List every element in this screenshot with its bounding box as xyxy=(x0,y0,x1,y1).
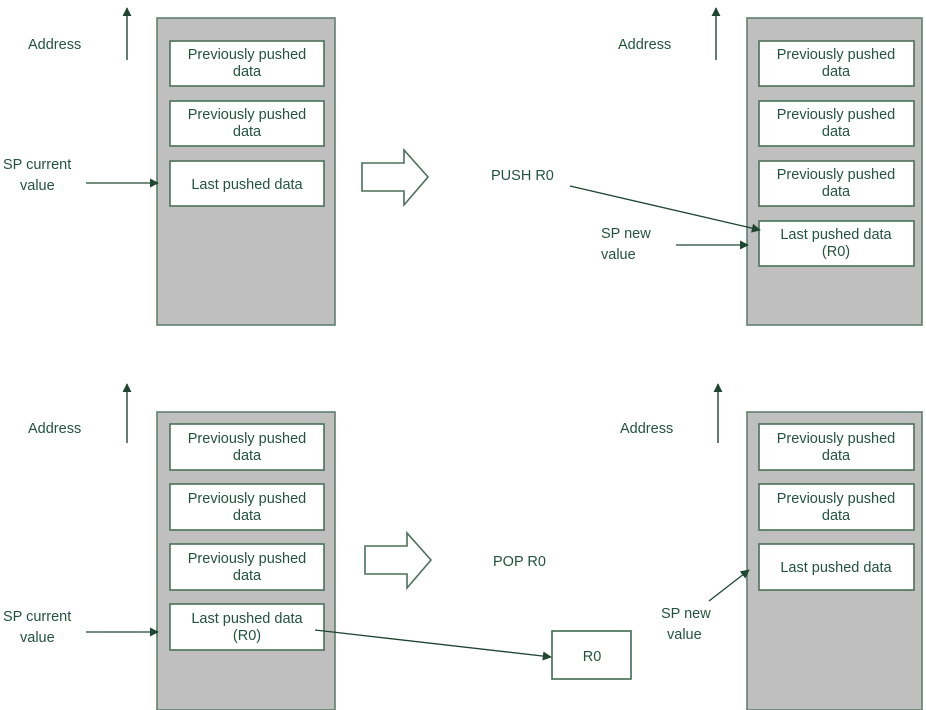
sp-new-value-label-line1: SP new xyxy=(601,226,651,242)
stack-slot-line1: Previously pushed xyxy=(777,47,896,63)
push-operation-arrow xyxy=(569,185,761,233)
panel-push-after: Address Previously pushed data Previousl… xyxy=(491,7,923,326)
stack-slot-line1: Previously pushed xyxy=(777,167,896,183)
push-operation-label: PUSH R0 xyxy=(491,168,554,184)
sp-current-value-label-line2: value xyxy=(20,178,55,194)
stack-slot-line1: Last pushed data xyxy=(191,611,303,627)
stack-slot-line1: Previously pushed xyxy=(188,491,307,507)
stack-slot-line1: Previously pushed xyxy=(188,431,307,447)
sp-new-value-label-line2: value xyxy=(667,627,702,643)
register-box-label: R0 xyxy=(583,649,602,665)
stack-slot-line2: data xyxy=(233,448,262,464)
sp-current-value-label-line1: SP current xyxy=(3,609,71,625)
stack-slot-line2: (R0) xyxy=(822,244,850,260)
stack-slot-line1: Last pushed data xyxy=(780,560,892,576)
stack-slot-line2: data xyxy=(233,568,262,584)
address-axis-label: Address xyxy=(620,421,673,437)
stack-slot-line2: data xyxy=(822,508,851,524)
stack-slot-line2: data xyxy=(822,124,851,140)
stack-slot-line1: Previously pushed xyxy=(188,107,307,123)
address-axis-label: Address xyxy=(28,37,81,53)
stack-slot-line1: Previously pushed xyxy=(777,107,896,123)
stack-slot-line1: Last pushed data xyxy=(780,227,892,243)
stack-slot-line1: Previously pushed xyxy=(777,431,896,447)
stack-slot-line2: data xyxy=(233,124,262,140)
stack-slot-line1: Last pushed data xyxy=(191,177,303,193)
stack-slot-line2: data xyxy=(822,184,851,200)
stack-slot-line2: data xyxy=(822,64,851,80)
panel-push-before: Address Previously pushed data Previousl… xyxy=(3,7,336,326)
address-axis-label: Address xyxy=(618,37,671,53)
pop-data-transfer-arrow xyxy=(314,629,552,661)
panel-pop-before: Address Previously pushed data Previousl… xyxy=(3,383,336,710)
address-axis-label: Address xyxy=(28,421,81,437)
sp-current-value-label-line2: value xyxy=(20,630,55,646)
stack-slot-line2: data xyxy=(233,508,262,524)
push-transition-block-arrow-icon xyxy=(361,147,430,208)
stack-slot-line1: Previously pushed xyxy=(188,47,307,63)
pop-operation-label: POP R0 xyxy=(493,554,546,570)
stack-slot-line2: data xyxy=(822,448,851,464)
sp-current-value-label-line1: SP current xyxy=(3,157,71,173)
pop-transition-block-arrow-icon xyxy=(364,530,433,591)
stack-slot-line1: Previously pushed xyxy=(188,551,307,567)
sp-new-value-pointer-arrow xyxy=(708,569,750,602)
sp-new-value-label-line2: value xyxy=(601,247,636,263)
stack-slot-line2: (R0) xyxy=(233,628,261,644)
sp-new-value-label-line1: SP new xyxy=(661,606,711,622)
stack-slot-line1: Previously pushed xyxy=(777,491,896,507)
stack-push-pop-diagram: Address Previously pushed data Previousl… xyxy=(3,7,923,710)
stack-slot-line2: data xyxy=(233,64,262,80)
